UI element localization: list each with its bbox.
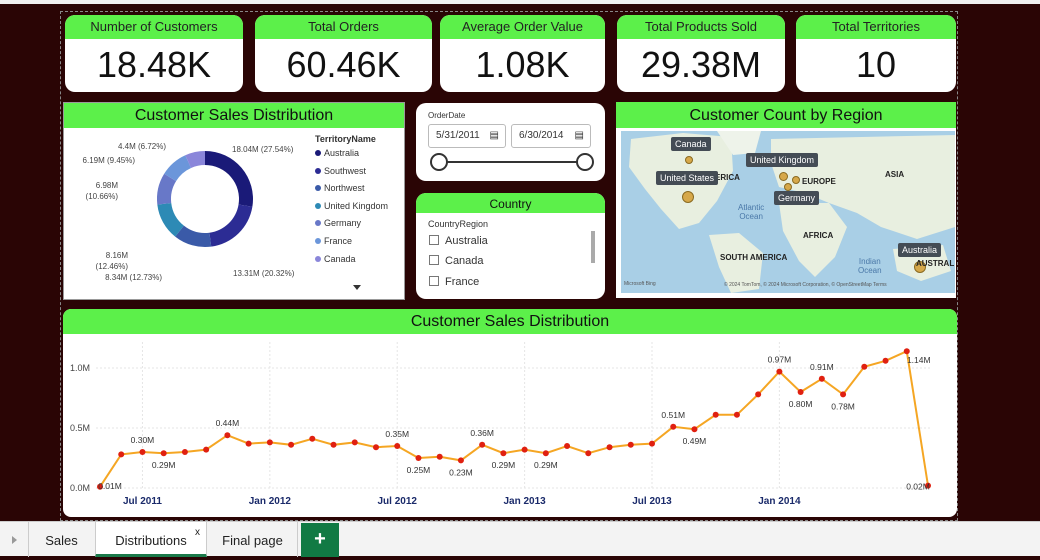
- data-point[interactable]: [564, 443, 571, 449]
- data-point[interactable]: [330, 441, 337, 448]
- tab-label: Final page: [222, 533, 283, 548]
- data-label: 0.25M: [407, 465, 431, 475]
- data-label: 0.51M: [661, 410, 685, 420]
- x-tick-label: Jan 2012: [249, 496, 292, 507]
- data-label: 0.29M: [152, 460, 176, 470]
- data-point[interactable]: [457, 457, 464, 464]
- data-point[interactable]: [181, 449, 188, 455]
- data-point[interactable]: [818, 375, 825, 382]
- x-tick-label: Jul 2012: [377, 496, 417, 507]
- data-point[interactable]: [245, 440, 252, 447]
- x-tick-label: Jan 2014: [758, 496, 801, 507]
- data-point[interactable]: [436, 453, 443, 460]
- data-point[interactable]: [351, 439, 358, 446]
- y-tick-label: 0.5M: [70, 423, 90, 433]
- data-point[interactable]: [373, 444, 379, 451]
- data-point[interactable]: [670, 423, 677, 430]
- data-label: 0.97M: [768, 355, 792, 365]
- data-point[interactable]: [479, 441, 486, 448]
- data-point[interactable]: [861, 363, 868, 370]
- x-tick-label: Jan 2013: [503, 496, 546, 507]
- data-point[interactable]: [288, 441, 295, 448]
- data-point[interactable]: [415, 455, 422, 461]
- tab-distributions[interactable]: Distributions x: [95, 522, 207, 557]
- data-point[interactable]: [224, 432, 231, 439]
- data-label: 0.36M: [470, 428, 494, 438]
- tab-sales[interactable]: Sales: [28, 522, 94, 557]
- data-point[interactable]: [394, 443, 401, 449]
- data-point[interactable]: [627, 441, 634, 448]
- data-point[interactable]: [542, 450, 549, 457]
- data-label: 0.30M: [131, 435, 155, 445]
- data-point[interactable]: [585, 450, 592, 457]
- data-point[interactable]: [712, 411, 719, 418]
- data-point[interactable]: [606, 444, 613, 451]
- data-point[interactable]: [882, 357, 889, 364]
- data-label: 0.80M: [789, 399, 813, 409]
- tab-nav-arrow-icon[interactable]: [12, 536, 17, 544]
- y-tick-label: 1.0M: [70, 363, 90, 373]
- add-page-button[interactable]: +: [301, 523, 339, 557]
- x-tick-label: Jul 2011: [123, 496, 162, 507]
- data-point[interactable]: [755, 391, 762, 398]
- tab-label: Sales: [45, 533, 78, 548]
- data-point[interactable]: [733, 411, 740, 418]
- data-label: 0.01M: [98, 481, 122, 491]
- data-label: 0.44M: [216, 418, 240, 428]
- x-tick-label: Jul 2013: [632, 496, 672, 507]
- line-chart[interactable]: 0.0M 0.5M 1.0M Jul 2011 Jan 2012 Jul 2012 Jan …: [0, 0, 1040, 556]
- data-label: 0.02M: [906, 482, 930, 492]
- data-point[interactable]: [118, 451, 125, 458]
- data-point[interactable]: [500, 450, 507, 457]
- data-label: 0.49M: [683, 436, 707, 446]
- data-label: 0.35M: [385, 429, 409, 439]
- close-icon[interactable]: x: [195, 514, 200, 552]
- data-point[interactable]: [903, 348, 910, 355]
- data-label: 0.29M: [534, 460, 558, 470]
- data-point[interactable]: [203, 446, 210, 453]
- data-point[interactable]: [797, 389, 804, 395]
- data-label: 0.29M: [492, 460, 516, 470]
- data-point[interactable]: [266, 439, 273, 446]
- data-label: 0.23M: [449, 467, 473, 477]
- data-label: 0.91M: [810, 362, 834, 372]
- tab-final-page[interactable]: Final page: [208, 522, 298, 557]
- data-point[interactable]: [160, 450, 167, 457]
- data-point[interactable]: [521, 446, 528, 453]
- data-point[interactable]: [649, 440, 655, 447]
- data-point[interactable]: [776, 368, 783, 375]
- data-label: 0.78M: [831, 401, 855, 411]
- data-point[interactable]: [309, 435, 316, 442]
- data-point[interactable]: [691, 426, 698, 433]
- data-label: 1.14M: [907, 355, 931, 365]
- data-point[interactable]: [139, 449, 146, 455]
- data-point[interactable]: [840, 391, 847, 398]
- y-tick-label: 0.0M: [70, 483, 90, 493]
- tab-label: Distributions: [115, 533, 187, 548]
- page-tab-bar: Sales Distributions x Final page +: [0, 521, 1040, 557]
